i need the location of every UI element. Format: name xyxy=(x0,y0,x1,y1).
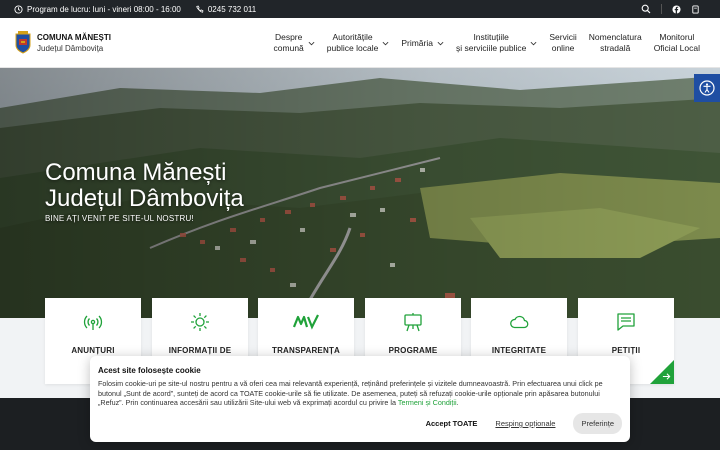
nav-item-monitorul[interactable]: Monitorul Oficial Local xyxy=(648,32,706,54)
nav-label-line1: Instituțiile xyxy=(473,32,509,42)
search-icon[interactable] xyxy=(641,4,651,14)
nav-item-institutii[interactable]: Instituțiile și serviciile publice xyxy=(450,32,543,54)
accessibility-button[interactable] xyxy=(694,74,720,102)
terms-link[interactable]: Termeni și Condiții xyxy=(398,398,457,407)
nav-label-line2: Oficial Local xyxy=(653,43,700,53)
nav-label-line1: Servicii xyxy=(549,32,577,42)
clock-icon xyxy=(14,4,23,14)
message-icon xyxy=(617,313,635,331)
divider xyxy=(661,4,662,14)
broadcast-icon xyxy=(83,315,103,330)
cookie-banner: Acest site folosește cookie Folosim cook… xyxy=(90,356,630,442)
chevron-down-icon xyxy=(530,41,537,45)
nav-label-line1: Nomenclatura xyxy=(588,32,642,42)
card-label: ANUNȚURI xyxy=(71,346,115,355)
card-label: INTEGRITATE xyxy=(491,346,547,355)
nav-item-primaria[interactable]: Primăria xyxy=(395,38,450,49)
nav-label-line1: Despre xyxy=(274,32,303,42)
chevron-down-icon xyxy=(437,41,444,45)
hero-title-line1: Comuna Mănești xyxy=(45,159,227,186)
logo-title: COMUNA MĂNEȘTI xyxy=(37,32,111,42)
bookmark-icon[interactable] xyxy=(691,4,700,14)
mv-logo-icon xyxy=(293,314,319,330)
nav-label-line1: Primăria xyxy=(401,37,433,48)
site-logo[interactable]: COMUNA MĂNEȘTI Județul Dâmbovița xyxy=(15,31,111,54)
phone-info[interactable]: 0245 732 011 xyxy=(195,5,256,14)
schedule-text: Program de lucru: luni - vineri 08:00 - … xyxy=(27,4,181,14)
nav-label-line2: comună xyxy=(273,43,304,53)
facebook-icon[interactable] xyxy=(672,4,681,14)
cookie-body: Folosim cookie-uri pe site-ul nostru pen… xyxy=(98,379,603,407)
schedule-info: Program de lucru: luni - vineri 08:00 - … xyxy=(14,5,181,14)
card-label: TRANSPARENȚA xyxy=(271,346,341,355)
site-header: COMUNA MĂNEȘTI Județul Dâmbovița Despre c… xyxy=(0,18,720,68)
logo-subtitle: Județul Dâmbovița xyxy=(37,43,104,53)
sun-icon xyxy=(191,313,209,331)
nav-label-line2: și serviciile publice xyxy=(455,43,527,53)
nav-label-line2: online xyxy=(551,43,575,53)
chevron-down-icon xyxy=(308,41,315,45)
chevron-down-icon xyxy=(382,41,389,45)
cookie-text: Folosim cookie-uri pe site-ul nostru pen… xyxy=(98,379,603,407)
hero-banner: Comuna Mănești Județul Dâmbovița BINE AȚ… xyxy=(0,68,720,318)
reject-optional-button[interactable]: Resping opționale xyxy=(495,419,555,428)
nav-item-nomenclatura[interactable]: Nomenclatura stradală xyxy=(583,32,648,54)
card-label: INFORMAȚII DE xyxy=(168,346,232,355)
nav-label-line1: Monitorul xyxy=(659,32,695,42)
nav-label-line2: publice locale xyxy=(326,43,379,53)
coat-of-arms-icon xyxy=(15,31,31,54)
phone-icon xyxy=(196,5,204,13)
main-navigation: Despre comună Autoritățile publice locale … xyxy=(268,18,706,68)
cloud-icon xyxy=(510,315,529,329)
arrow-right-icon[interactable] xyxy=(662,372,671,381)
hero-title-line2: Județul Dâmbovița xyxy=(45,185,244,212)
hero-subtitle: BINE AȚI VENIT PE SITE-UL NOSTRU! xyxy=(45,214,194,223)
nav-item-servicii-online[interactable]: Servicii online xyxy=(543,32,582,54)
phone-text: 0245 732 011 xyxy=(207,4,257,14)
hero-title: Comuna Mănești Județul Dâmbovița xyxy=(45,160,244,212)
easel-icon xyxy=(404,313,422,332)
nav-label-line2: stradală xyxy=(600,43,631,53)
preferences-button[interactable]: Preferințe xyxy=(573,413,622,434)
accessibility-icon xyxy=(699,80,715,96)
nav-item-autoritati[interactable]: Autoritățile publice locale xyxy=(321,32,396,54)
card-label: PETIȚII xyxy=(611,346,641,355)
accept-all-button[interactable]: Accept TOATE xyxy=(426,419,478,428)
top-info-bar: Program de lucru: luni - vineri 08:00 - … xyxy=(0,0,720,18)
nav-item-despre-comuna[interactable]: Despre comună xyxy=(268,32,321,54)
nav-label-line1: Autoritățile xyxy=(332,32,373,42)
card-label: PROGRAME xyxy=(388,346,438,355)
cookie-title: Acest site folosește cookie xyxy=(98,366,201,375)
